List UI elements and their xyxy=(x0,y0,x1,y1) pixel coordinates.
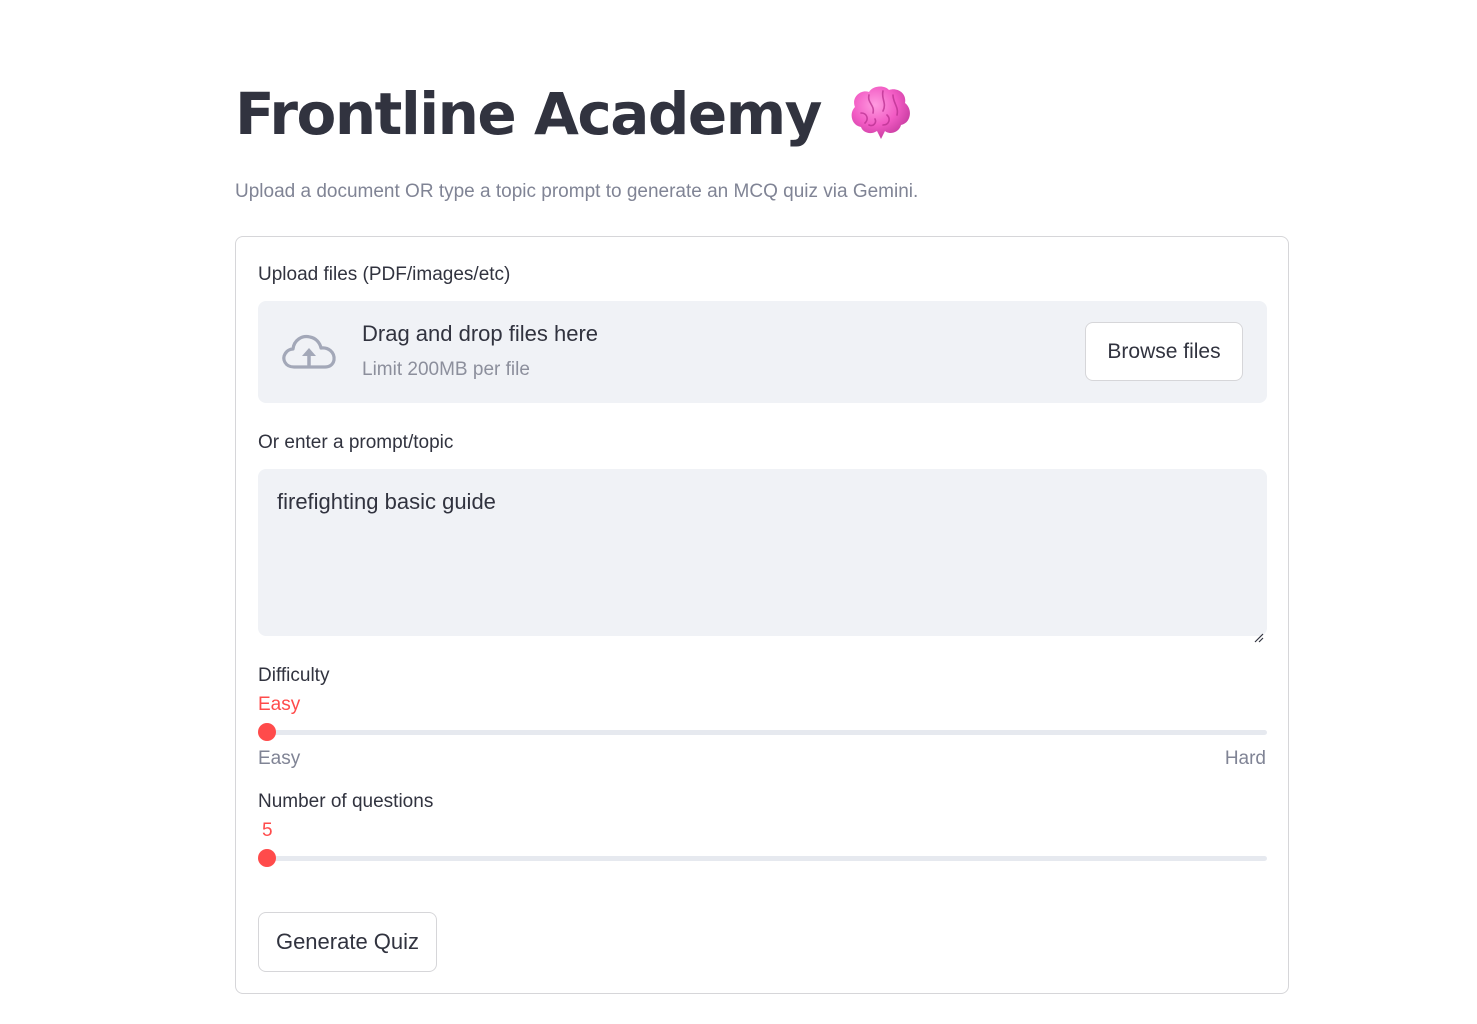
page-subtitle: Upload a document OR type a topic prompt… xyxy=(235,181,919,202)
upload-label: Upload files (PDF/images/etc) xyxy=(258,264,511,285)
resize-handle-icon[interactable] xyxy=(1254,623,1264,643)
dropzone-title: Drag and drop files here xyxy=(362,321,599,346)
browse-files-button[interactable]: Browse files xyxy=(1085,322,1243,381)
file-dropzone[interactable]: Drag and drop files here Limit 200MB per… xyxy=(258,301,1267,403)
difficulty-max-label: Hard xyxy=(1224,748,1266,769)
difficulty-label: Difficulty xyxy=(258,665,330,686)
app-page: Frontline Academy Upload a document OR t… xyxy=(0,0,1477,1024)
difficulty-min-label: Easy xyxy=(258,748,301,769)
difficulty-slider-thumb[interactable] xyxy=(258,723,276,741)
quiz-form: Upload files (PDF/images/etc) Drag and d… xyxy=(235,236,1289,994)
questions-slider[interactable] xyxy=(258,849,1267,867)
brain-icon xyxy=(847,83,913,145)
difficulty-slider[interactable] xyxy=(258,723,1267,741)
generate-quiz-button[interactable]: Generate Quiz xyxy=(258,912,437,972)
cloud-upload-icon xyxy=(280,329,338,375)
questions-label: Number of questions xyxy=(258,791,434,812)
questions-slider-thumb[interactable] xyxy=(258,849,276,867)
prompt-textarea[interactable]: firefighting basic guide xyxy=(258,469,1267,643)
prompt-label: Or enter a prompt/topic xyxy=(258,432,454,453)
page-title: Frontline Academy xyxy=(235,80,822,148)
title-row: Frontline Academy xyxy=(235,78,913,150)
difficulty-value: Easy xyxy=(258,694,301,715)
dropzone-limit: Limit 200MB per file xyxy=(362,359,530,380)
prompt-value: firefighting basic guide xyxy=(277,489,496,514)
questions-value: 5 xyxy=(262,820,273,841)
